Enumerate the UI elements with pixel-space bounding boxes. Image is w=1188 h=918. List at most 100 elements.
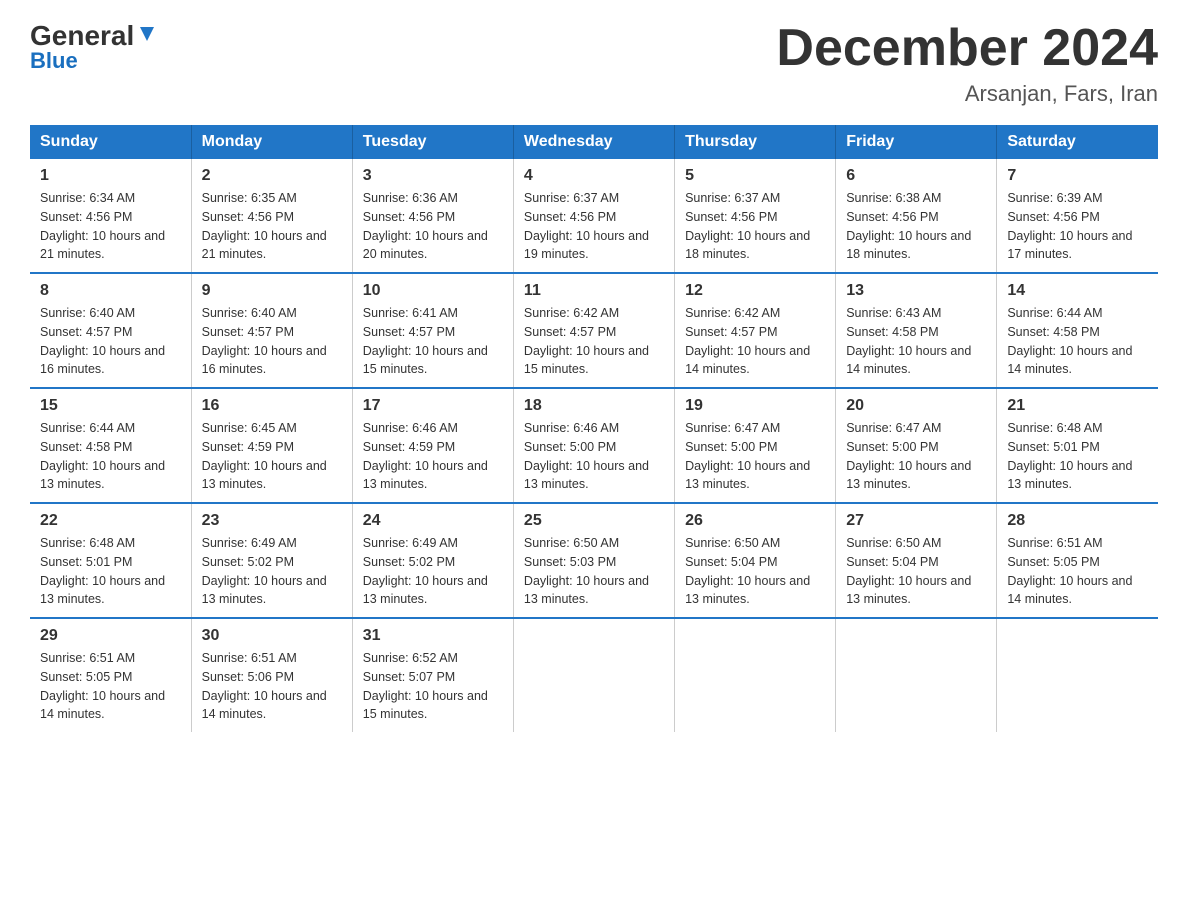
calendar-day-cell: 22 Sunrise: 6:48 AM Sunset: 5:01 PM Dayl… bbox=[30, 503, 191, 618]
calendar-day-cell: 20 Sunrise: 6:47 AM Sunset: 5:00 PM Dayl… bbox=[836, 388, 997, 503]
col-thursday: Thursday bbox=[675, 125, 836, 159]
day-info: Sunrise: 6:40 AM Sunset: 4:57 PM Dayligh… bbox=[202, 304, 342, 379]
day-info: Sunrise: 6:48 AM Sunset: 5:01 PM Dayligh… bbox=[1007, 419, 1148, 494]
calendar-day-cell bbox=[997, 618, 1158, 732]
calendar-day-cell: 29 Sunrise: 6:51 AM Sunset: 5:05 PM Dayl… bbox=[30, 618, 191, 732]
day-info: Sunrise: 6:45 AM Sunset: 4:59 PM Dayligh… bbox=[202, 419, 342, 494]
col-monday: Monday bbox=[191, 125, 352, 159]
logo-blue: Blue bbox=[30, 48, 78, 74]
calendar-day-cell: 26 Sunrise: 6:50 AM Sunset: 5:04 PM Dayl… bbox=[675, 503, 836, 618]
col-tuesday: Tuesday bbox=[352, 125, 513, 159]
day-info: Sunrise: 6:34 AM Sunset: 4:56 PM Dayligh… bbox=[40, 189, 181, 264]
day-number: 18 bbox=[524, 397, 664, 415]
calendar-day-cell: 13 Sunrise: 6:43 AM Sunset: 4:58 PM Dayl… bbox=[836, 273, 997, 388]
calendar-day-cell: 17 Sunrise: 6:46 AM Sunset: 4:59 PM Dayl… bbox=[352, 388, 513, 503]
calendar-day-cell: 25 Sunrise: 6:50 AM Sunset: 5:03 PM Dayl… bbox=[513, 503, 674, 618]
calendar-day-cell: 16 Sunrise: 6:45 AM Sunset: 4:59 PM Dayl… bbox=[191, 388, 352, 503]
day-info: Sunrise: 6:40 AM Sunset: 4:57 PM Dayligh… bbox=[40, 304, 181, 379]
day-number: 1 bbox=[40, 167, 181, 185]
day-info: Sunrise: 6:50 AM Sunset: 5:03 PM Dayligh… bbox=[524, 534, 664, 609]
day-number: 16 bbox=[202, 397, 342, 415]
month-year-title: December 2024 bbox=[776, 20, 1158, 77]
day-info: Sunrise: 6:39 AM Sunset: 4:56 PM Dayligh… bbox=[1007, 189, 1148, 264]
day-info: Sunrise: 6:43 AM Sunset: 4:58 PM Dayligh… bbox=[846, 304, 986, 379]
day-info: Sunrise: 6:36 AM Sunset: 4:56 PM Dayligh… bbox=[363, 189, 503, 264]
logo: General Blue bbox=[30, 20, 158, 74]
day-number: 19 bbox=[685, 397, 825, 415]
calendar-day-cell: 23 Sunrise: 6:49 AM Sunset: 5:02 PM Dayl… bbox=[191, 503, 352, 618]
day-number: 15 bbox=[40, 397, 181, 415]
calendar-day-cell bbox=[513, 618, 674, 732]
day-number: 24 bbox=[363, 512, 503, 530]
day-number: 3 bbox=[363, 167, 503, 185]
day-number: 20 bbox=[846, 397, 986, 415]
col-saturday: Saturday bbox=[997, 125, 1158, 159]
day-info: Sunrise: 6:37 AM Sunset: 4:56 PM Dayligh… bbox=[685, 189, 825, 264]
day-number: 11 bbox=[524, 282, 664, 300]
day-number: 2 bbox=[202, 167, 342, 185]
calendar-day-cell: 19 Sunrise: 6:47 AM Sunset: 5:00 PM Dayl… bbox=[675, 388, 836, 503]
col-sunday: Sunday bbox=[30, 125, 191, 159]
title-block: December 2024 Arsanjan, Fars, Iran bbox=[776, 20, 1158, 107]
day-info: Sunrise: 6:47 AM Sunset: 5:00 PM Dayligh… bbox=[846, 419, 986, 494]
day-number: 9 bbox=[202, 282, 342, 300]
calendar-day-cell: 30 Sunrise: 6:51 AM Sunset: 5:06 PM Dayl… bbox=[191, 618, 352, 732]
day-info: Sunrise: 6:46 AM Sunset: 4:59 PM Dayligh… bbox=[363, 419, 503, 494]
calendar-day-cell: 9 Sunrise: 6:40 AM Sunset: 4:57 PM Dayli… bbox=[191, 273, 352, 388]
day-info: Sunrise: 6:52 AM Sunset: 5:07 PM Dayligh… bbox=[363, 649, 503, 724]
day-number: 6 bbox=[846, 167, 986, 185]
calendar-day-cell bbox=[675, 618, 836, 732]
calendar-day-cell: 8 Sunrise: 6:40 AM Sunset: 4:57 PM Dayli… bbox=[30, 273, 191, 388]
calendar-header-row: Sunday Monday Tuesday Wednesday Thursday… bbox=[30, 125, 1158, 159]
day-info: Sunrise: 6:51 AM Sunset: 5:06 PM Dayligh… bbox=[202, 649, 342, 724]
calendar-table: Sunday Monday Tuesday Wednesday Thursday… bbox=[30, 125, 1158, 732]
day-info: Sunrise: 6:51 AM Sunset: 5:05 PM Dayligh… bbox=[40, 649, 181, 724]
day-number: 8 bbox=[40, 282, 181, 300]
calendar-week-row: 29 Sunrise: 6:51 AM Sunset: 5:05 PM Dayl… bbox=[30, 618, 1158, 732]
day-info: Sunrise: 6:44 AM Sunset: 4:58 PM Dayligh… bbox=[1007, 304, 1148, 379]
page-header: General Blue December 2024 Arsanjan, Far… bbox=[30, 20, 1158, 107]
day-number: 26 bbox=[685, 512, 825, 530]
calendar-day-cell: 1 Sunrise: 6:34 AM Sunset: 4:56 PM Dayli… bbox=[30, 159, 191, 273]
calendar-week-row: 15 Sunrise: 6:44 AM Sunset: 4:58 PM Dayl… bbox=[30, 388, 1158, 503]
calendar-day-cell: 5 Sunrise: 6:37 AM Sunset: 4:56 PM Dayli… bbox=[675, 159, 836, 273]
day-number: 29 bbox=[40, 627, 181, 645]
calendar-week-row: 22 Sunrise: 6:48 AM Sunset: 5:01 PM Dayl… bbox=[30, 503, 1158, 618]
day-number: 12 bbox=[685, 282, 825, 300]
day-info: Sunrise: 6:35 AM Sunset: 4:56 PM Dayligh… bbox=[202, 189, 342, 264]
day-info: Sunrise: 6:47 AM Sunset: 5:00 PM Dayligh… bbox=[685, 419, 825, 494]
day-number: 4 bbox=[524, 167, 664, 185]
day-number: 17 bbox=[363, 397, 503, 415]
day-info: Sunrise: 6:50 AM Sunset: 5:04 PM Dayligh… bbox=[685, 534, 825, 609]
day-info: Sunrise: 6:44 AM Sunset: 4:58 PM Dayligh… bbox=[40, 419, 181, 494]
logo-triangle-icon bbox=[136, 23, 158, 45]
calendar-day-cell: 10 Sunrise: 6:41 AM Sunset: 4:57 PM Dayl… bbox=[352, 273, 513, 388]
day-info: Sunrise: 6:42 AM Sunset: 4:57 PM Dayligh… bbox=[685, 304, 825, 379]
calendar-day-cell: 18 Sunrise: 6:46 AM Sunset: 5:00 PM Dayl… bbox=[513, 388, 674, 503]
day-info: Sunrise: 6:49 AM Sunset: 5:02 PM Dayligh… bbox=[363, 534, 503, 609]
calendar-day-cell: 14 Sunrise: 6:44 AM Sunset: 4:58 PM Dayl… bbox=[997, 273, 1158, 388]
day-number: 13 bbox=[846, 282, 986, 300]
calendar-day-cell: 28 Sunrise: 6:51 AM Sunset: 5:05 PM Dayl… bbox=[997, 503, 1158, 618]
calendar-day-cell: 12 Sunrise: 6:42 AM Sunset: 4:57 PM Dayl… bbox=[675, 273, 836, 388]
col-friday: Friday bbox=[836, 125, 997, 159]
calendar-day-cell bbox=[836, 618, 997, 732]
calendar-day-cell: 11 Sunrise: 6:42 AM Sunset: 4:57 PM Dayl… bbox=[513, 273, 674, 388]
day-number: 23 bbox=[202, 512, 342, 530]
day-info: Sunrise: 6:49 AM Sunset: 5:02 PM Dayligh… bbox=[202, 534, 342, 609]
day-number: 7 bbox=[1007, 167, 1148, 185]
day-number: 10 bbox=[363, 282, 503, 300]
day-number: 21 bbox=[1007, 397, 1148, 415]
day-number: 5 bbox=[685, 167, 825, 185]
calendar-day-cell: 15 Sunrise: 6:44 AM Sunset: 4:58 PM Dayl… bbox=[30, 388, 191, 503]
day-info: Sunrise: 6:37 AM Sunset: 4:56 PM Dayligh… bbox=[524, 189, 664, 264]
day-number: 31 bbox=[363, 627, 503, 645]
calendar-day-cell: 4 Sunrise: 6:37 AM Sunset: 4:56 PM Dayli… bbox=[513, 159, 674, 273]
calendar-day-cell: 2 Sunrise: 6:35 AM Sunset: 4:56 PM Dayli… bbox=[191, 159, 352, 273]
day-info: Sunrise: 6:46 AM Sunset: 5:00 PM Dayligh… bbox=[524, 419, 664, 494]
calendar-day-cell: 21 Sunrise: 6:48 AM Sunset: 5:01 PM Dayl… bbox=[997, 388, 1158, 503]
day-info: Sunrise: 6:42 AM Sunset: 4:57 PM Dayligh… bbox=[524, 304, 664, 379]
calendar-day-cell: 24 Sunrise: 6:49 AM Sunset: 5:02 PM Dayl… bbox=[352, 503, 513, 618]
day-info: Sunrise: 6:48 AM Sunset: 5:01 PM Dayligh… bbox=[40, 534, 181, 609]
calendar-week-row: 1 Sunrise: 6:34 AM Sunset: 4:56 PM Dayli… bbox=[30, 159, 1158, 273]
